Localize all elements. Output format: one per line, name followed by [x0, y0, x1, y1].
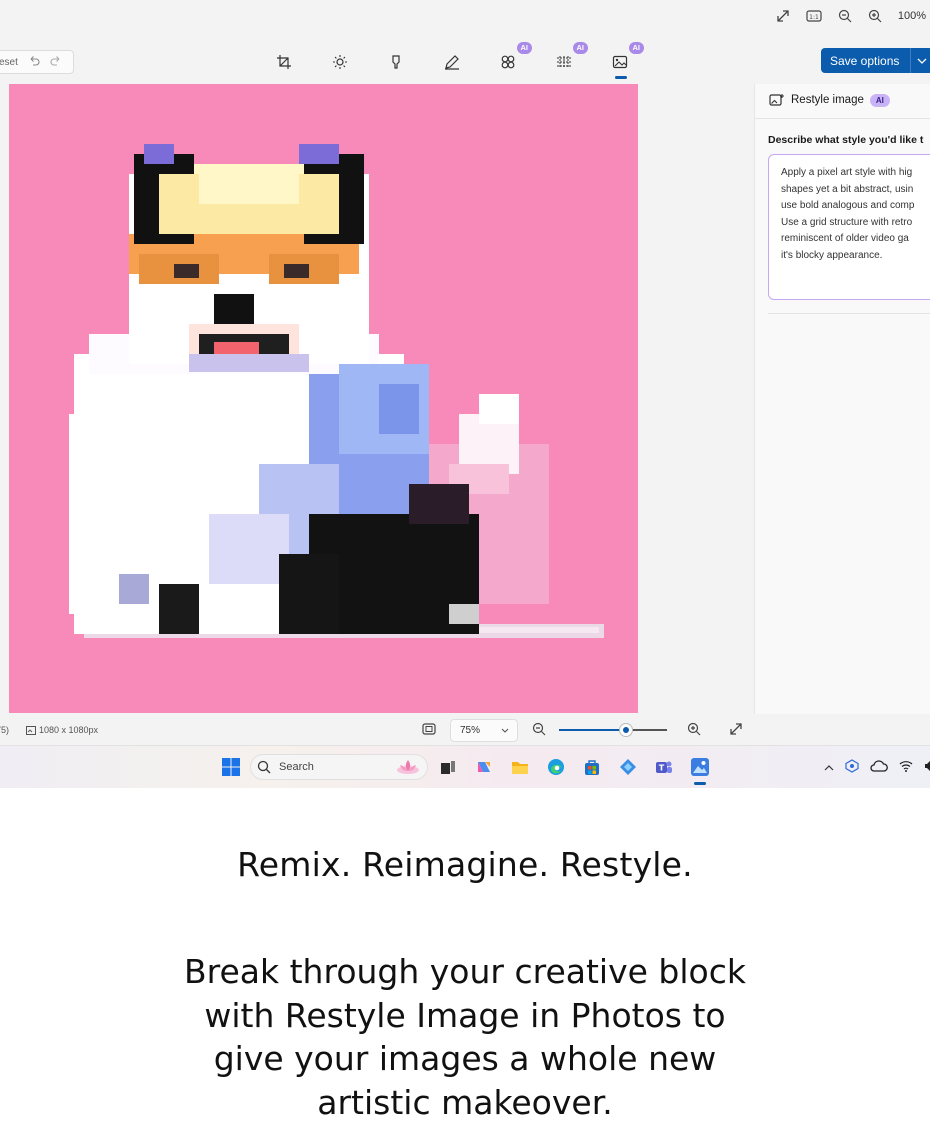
app-cube-icon[interactable] [616, 755, 640, 779]
prompt-label: Describe what style you'd like t [768, 134, 924, 146]
divider [768, 313, 930, 314]
divider [755, 118, 930, 119]
undo-icon[interactable] [28, 55, 40, 70]
background-tool[interactable]: AI [550, 42, 588, 76]
lotus-icon [395, 758, 421, 779]
task-view-icon[interactable] [436, 755, 460, 779]
title-bar: 1:1 100% [0, 0, 930, 38]
save-options-label: Save options [830, 53, 900, 68]
dimensions-icon [26, 725, 36, 735]
zoom-in-icon[interactable] [868, 9, 882, 23]
zoom-slider[interactable] [559, 724, 667, 736]
expand-icon[interactable] [776, 9, 790, 23]
search-icon [257, 760, 271, 774]
ai-badge: AI [628, 42, 644, 54]
expand-icon[interactable] [729, 722, 743, 738]
restyle-tool[interactable]: AI [606, 42, 644, 79]
onedrive-cloud-icon[interactable] [870, 760, 888, 775]
copilot-icon[interactable] [472, 755, 496, 779]
redo-icon[interactable] [50, 55, 62, 70]
zoom-out-icon[interactable] [838, 9, 852, 23]
restyle-image-icon [769, 94, 784, 106]
pixel-art-pomeranian [9, 84, 638, 713]
panel-title: Restyle image [791, 94, 864, 106]
wifi-icon[interactable] [899, 760, 913, 775]
system-tray [824, 759, 930, 776]
zoom-value: 75% [460, 725, 481, 736]
zoom-percent[interactable]: 100% [898, 10, 926, 22]
photos-app-window: 1:1 100% eset AI AI AI Save options Rest… [0, 0, 930, 745]
marketing-headline: Remix. Reimagine. Restyle. [237, 845, 693, 884]
tray-app-icon[interactable] [845, 759, 859, 776]
restyle-panel: Restyle image AI Describe what style you… [754, 84, 930, 714]
teams-icon[interactable]: T [652, 755, 676, 779]
zoom-slider-thumb[interactable] [619, 724, 632, 736]
crop-tool[interactable] [270, 48, 298, 76]
reset-undo-group: eset [0, 50, 74, 74]
marketing-body-line: give your images a whole new [213, 1039, 717, 1078]
edge-browser-icon[interactable] [544, 755, 568, 779]
marketing-body-line: with Restyle Image in Photos to [204, 995, 726, 1035]
erase-tool[interactable]: AI [494, 42, 532, 76]
panel-header: Restyle image AI [769, 93, 890, 107]
reset-button[interactable]: eset [0, 57, 18, 68]
edit-toolbar: eset AI AI AI [0, 42, 930, 80]
tool-strip: AI AI AI [270, 42, 644, 79]
pen-icon [445, 55, 459, 70]
restyle-icon [612, 55, 628, 69]
marketing-body-line: Break through your creative block [184, 952, 746, 991]
marketing-body: Break through your creative block with R… [130, 950, 800, 1124]
ai-badge: AI [572, 42, 588, 54]
image-dimensions: 1080 x 1080px [26, 725, 98, 735]
dimensions-text: 1080 x 1080px [39, 725, 99, 735]
photos-app-icon[interactable] [688, 755, 712, 785]
zoom-in-icon[interactable] [687, 722, 701, 738]
ai-badge: AI [516, 42, 532, 54]
brightness-icon [333, 55, 347, 69]
zoom-out-icon[interactable] [532, 722, 546, 738]
actual-size-icon[interactable]: 1:1 [806, 10, 822, 22]
chevron-down-icon [917, 58, 927, 64]
save-dropdown-toggle[interactable] [910, 48, 930, 73]
view-controls: 1:1 100% [776, 9, 926, 23]
svg-text:1:1: 1:1 [809, 14, 819, 21]
background-icon [557, 56, 571, 68]
markup-tool[interactable] [438, 48, 466, 76]
erase-icon [501, 55, 515, 69]
crop-icon [277, 55, 291, 69]
restyled-image[interactable] [9, 84, 638, 713]
status-bar: 75) 1080 x 1080px 75% [0, 715, 754, 745]
marker-icon [392, 55, 400, 69]
adjust-tool[interactable] [326, 48, 354, 76]
file-explorer-icon[interactable] [508, 755, 532, 779]
chevron-up-icon[interactable] [824, 762, 834, 774]
fit-to-window-icon[interactable] [422, 723, 436, 737]
volume-icon[interactable] [924, 760, 930, 775]
chevron-down-icon [501, 728, 509, 733]
windows-start-icon[interactable] [222, 758, 240, 781]
style-prompt-textarea[interactable]: Apply a pixel art style with hig shapes … [768, 154, 930, 300]
status-fragment: 75) [0, 725, 10, 735]
svg-text:T: T [659, 764, 665, 773]
filter-tool[interactable] [382, 48, 410, 76]
zoom-slider-fill [559, 729, 626, 731]
taskbar: Search T [0, 745, 930, 788]
taskbar-search[interactable]: Search [250, 754, 428, 780]
image-canvas [0, 84, 754, 714]
save-options-button[interactable]: Save options [821, 48, 930, 73]
search-placeholder: Search [279, 761, 314, 773]
ai-badge: AI [869, 93, 890, 107]
marketing-body-line: artistic makeover. [317, 1082, 613, 1122]
zoom-dropdown[interactable]: 75% [450, 719, 518, 742]
pinned-apps: T [436, 755, 712, 785]
microsoft-store-icon[interactable] [580, 755, 604, 779]
